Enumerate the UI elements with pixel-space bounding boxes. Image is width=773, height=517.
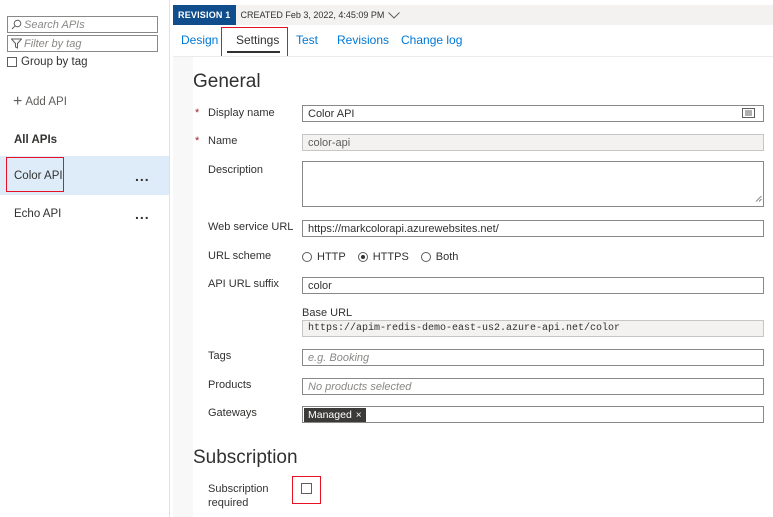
- api-list-item-echo-api[interactable]: Echo API ...: [0, 194, 169, 233]
- filter-icon: [8, 36, 24, 51]
- required-marker: *: [195, 135, 200, 147]
- radio-circle-selected[interactable]: [357, 252, 368, 262]
- base-url-label: Base URL: [302, 307, 353, 319]
- plus-icon: +: [13, 93, 23, 110]
- radio-label: Both: [435, 251, 459, 263]
- group-by-tag-label: Group by tag: [21, 56, 88, 68]
- tab-change-log[interactable]: Change log: [401, 33, 462, 47]
- tab-design[interactable]: Design: [181, 33, 218, 47]
- api-url-suffix-field[interactable]: color: [302, 277, 764, 294]
- gateway-chip-label: Managed: [308, 409, 352, 421]
- name-value: color-api: [308, 136, 351, 149]
- highlight-box-subscription: [292, 476, 321, 504]
- radio-both[interactable]: Both: [420, 251, 459, 263]
- web-service-url-label: Web service URL: [208, 221, 294, 233]
- api-url-suffix-value: color: [308, 279, 332, 292]
- display-name-value: Color API: [308, 107, 355, 120]
- group-by-tag-checkbox[interactable]: Group by tag: [7, 56, 87, 68]
- more-options-icon[interactable]: ...: [135, 168, 150, 184]
- resize-grip-icon[interactable]: [755, 191, 762, 205]
- general-heading: General: [193, 71, 261, 92]
- radio-label: HTTP: [317, 251, 346, 263]
- tags-field[interactable]: e.g. Booking: [302, 349, 764, 366]
- gateway-chip-managed: Managed ×: [304, 408, 366, 422]
- all-apis-heading: All APIs: [14, 134, 58, 146]
- search-apis-input[interactable]: [7, 16, 158, 33]
- filter-by-tag-input[interactable]: [7, 35, 158, 52]
- base-url-value: https://apim-redis-demo-east-us2.azure-a…: [308, 323, 621, 334]
- api-url-suffix-label: API URL suffix: [208, 278, 279, 290]
- chevron-down-icon[interactable]: [388, 11, 401, 19]
- required-marker: *: [195, 107, 200, 119]
- radio-circle[interactable]: [302, 252, 312, 262]
- tab-revisions[interactable]: Revisions: [337, 33, 389, 47]
- display-name-field[interactable]: Color API: [302, 105, 764, 122]
- more-options-icon[interactable]: ...: [135, 206, 150, 222]
- search-icon: [8, 17, 24, 32]
- name-field: color-api: [302, 134, 764, 151]
- add-api-label: Add API: [25, 96, 67, 108]
- remove-chip-icon[interactable]: ×: [356, 410, 362, 421]
- add-api-button[interactable]: + Add API: [13, 93, 67, 110]
- tab-test[interactable]: Test: [296, 33, 318, 47]
- subscription-required-label-line1: Subscription: [208, 483, 269, 495]
- name-label: Name: [208, 135, 238, 147]
- radio-https[interactable]: HTTPS: [357, 251, 409, 263]
- checkbox-box[interactable]: [7, 57, 17, 67]
- revision-bar[interactable]: REVISION 1 CREATED Feb 3, 2022, 4:45:09 …: [173, 5, 773, 25]
- revision-badge: REVISION 1: [173, 5, 236, 25]
- highlight-box-color-api: [6, 157, 64, 192]
- revision-created: CREATED Feb 3, 2022, 4:45:09 PM: [240, 10, 385, 20]
- api-name: Echo API: [14, 207, 62, 220]
- description-textarea[interactable]: [302, 161, 764, 207]
- products-placeholder: No products selected: [308, 380, 412, 393]
- radio-http[interactable]: HTTP: [302, 251, 346, 263]
- products-field[interactable]: No products selected: [302, 378, 764, 395]
- filter-by-tag-field[interactable]: [24, 36, 152, 51]
- highlight-box-settings-tab: [221, 27, 288, 59]
- gateways-label: Gateways: [208, 407, 257, 419]
- display-name-label: Display name: [208, 107, 275, 119]
- url-scheme-radio-group: HTTP HTTPS Both: [302, 251, 470, 263]
- radio-circle[interactable]: [420, 252, 431, 262]
- form-icon[interactable]: [742, 108, 755, 121]
- web-service-url-field[interactable]: https://markcolorapi.azurewebsites.net/: [302, 220, 764, 237]
- description-label: Description: [208, 164, 264, 176]
- gateways-field[interactable]: [302, 406, 764, 423]
- tags-placeholder: e.g. Booking: [308, 351, 370, 364]
- products-label: Products: [208, 379, 252, 391]
- web-service-url-value: https://markcolorapi.azurewebsites.net/: [308, 222, 499, 235]
- search-apis-field[interactable]: [24, 17, 152, 32]
- api-list-pane: Group by tag + Add API All APIs Color AP…: [0, 0, 170, 517]
- tags-label: Tags: [208, 350, 232, 362]
- base-url-field: https://apim-redis-demo-east-us2.azure-a…: [302, 320, 764, 337]
- url-scheme-label: URL scheme: [208, 250, 272, 262]
- subscription-heading: Subscription: [193, 447, 298, 468]
- subscription-required-label-line2: required: [208, 497, 249, 509]
- radio-label: HTTPS: [372, 251, 409, 263]
